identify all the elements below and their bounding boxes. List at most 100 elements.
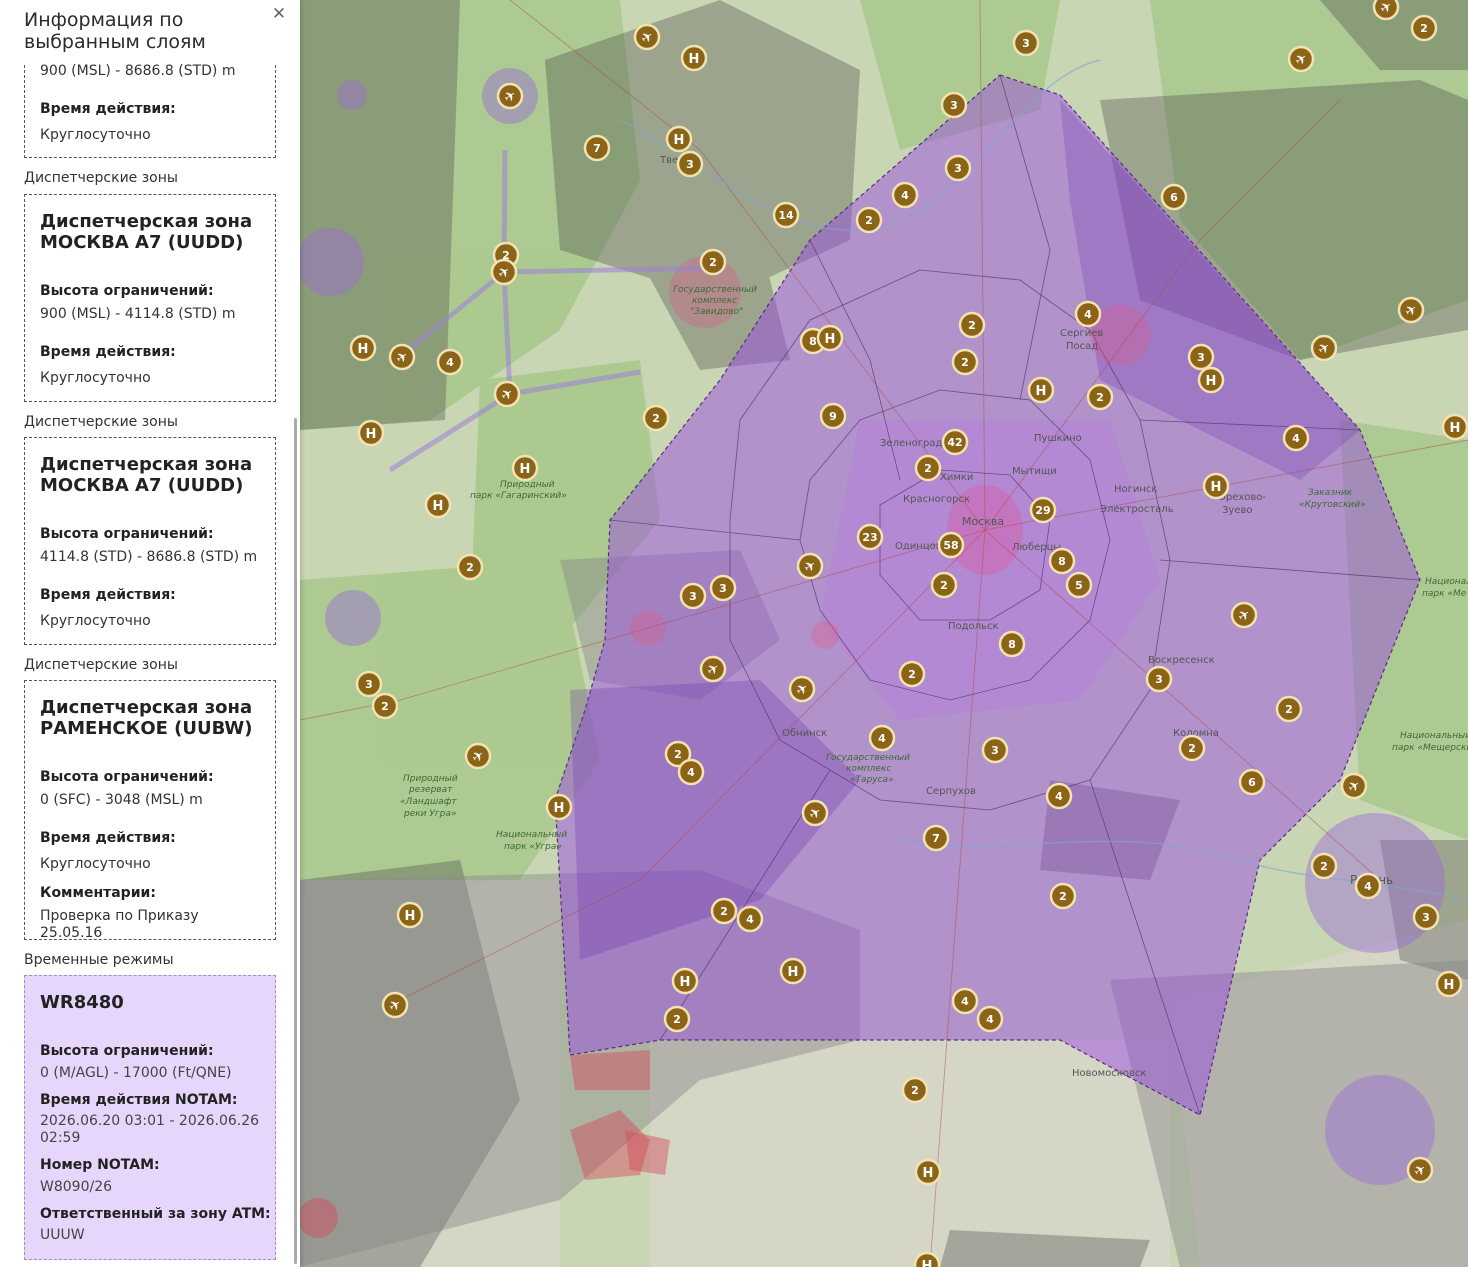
cluster-marker[interactable]: 58 xyxy=(937,531,965,559)
cluster-marker[interactable]: 4 xyxy=(976,1005,1004,1033)
airport-icon[interactable]: ✈ xyxy=(490,258,518,286)
cluster-marker[interactable]: 2 xyxy=(901,1076,929,1104)
heliport-icon[interactable]: H xyxy=(1441,413,1468,441)
cluster-marker[interactable]: 4 xyxy=(736,905,764,933)
cluster-marker[interactable]: 3 xyxy=(676,150,704,178)
heliport-icon[interactable]: H xyxy=(665,125,693,153)
airport-icon[interactable]: ✈ xyxy=(699,655,727,683)
heliport-icon[interactable]: H xyxy=(545,793,573,821)
heliport-icon[interactable]: H xyxy=(680,44,708,72)
cluster-marker[interactable]: 3 xyxy=(981,736,1009,764)
heliport-icon[interactable]: H xyxy=(511,454,539,482)
cluster-marker[interactable]: 8 xyxy=(998,630,1026,658)
cluster-marker[interactable]: 4 xyxy=(1282,424,1310,452)
cluster-marker[interactable]: 4 xyxy=(677,758,705,786)
cluster-marker[interactable]: 2 xyxy=(898,660,926,688)
close-icon[interactable]: ✕ xyxy=(270,4,288,24)
airport-icon[interactable]: ✈ xyxy=(388,343,416,371)
cluster-marker[interactable]: 2 xyxy=(710,897,738,925)
cluster-marker[interactable]: 2 xyxy=(1086,383,1114,411)
zone-card[interactable]: Диспетчерская зона МОСКВА А7 (UUDD) Высо… xyxy=(24,437,276,645)
cluster-marker[interactable]: 6 xyxy=(1160,183,1188,211)
cluster-marker[interactable]: 9 xyxy=(819,402,847,430)
cluster-marker[interactable]: 3 xyxy=(944,154,972,182)
cluster-marker[interactable]: 2 xyxy=(642,404,670,432)
airport-icon[interactable]: ✈ xyxy=(464,742,492,770)
heliport-icon[interactable]: H xyxy=(1027,376,1055,404)
panel-scrollbar[interactable] xyxy=(294,418,297,1264)
heliport-icon[interactable]: H xyxy=(779,957,807,985)
cluster-marker[interactable]: 2 xyxy=(699,248,727,276)
cluster-marker[interactable]: 2 xyxy=(1178,734,1206,762)
heliport-icon[interactable]: H xyxy=(914,1158,942,1186)
map-canvas[interactable]: Тве Зеленоград Химки Мытищи Пушкино Крас… xyxy=(300,0,1468,1267)
cluster-marker[interactable]: 4 xyxy=(1045,782,1073,810)
airport-icon[interactable]: ✈ xyxy=(1397,296,1425,324)
cluster-marker[interactable]: 2 xyxy=(1410,14,1438,42)
cluster-marker[interactable]: 4 xyxy=(1074,300,1102,328)
cluster-marker[interactable]: 4 xyxy=(436,348,464,376)
airport-icon[interactable]: ✈ xyxy=(381,991,409,1019)
cluster-marker[interactable]: 3 xyxy=(679,582,707,610)
heliport-icon[interactable]: H xyxy=(671,967,699,995)
cluster-marker[interactable]: 5 xyxy=(1065,571,1093,599)
cluster-marker[interactable]: 2 xyxy=(930,571,958,599)
airport-icon[interactable]: ✈ xyxy=(801,799,829,827)
cluster-marker[interactable]: 2 xyxy=(1049,882,1077,910)
zone-card[interactable]: Диспетчерская зона РАМЕНСКОЕ (UUBW) Высо… xyxy=(24,680,276,941)
map-svg[interactable]: Тве Зеленоград Химки Мытищи Пушкино Крас… xyxy=(300,0,1468,1267)
cluster-count: 3 xyxy=(365,678,373,691)
heliport-icon[interactable]: H xyxy=(1197,366,1225,394)
airport-icon[interactable]: ✈ xyxy=(1287,45,1315,73)
heliport-icon[interactable]: H xyxy=(1202,472,1230,500)
cluster-marker[interactable]: 2 xyxy=(456,553,484,581)
cluster-marker[interactable]: 2 xyxy=(951,348,979,376)
airport-icon[interactable]: ✈ xyxy=(1372,0,1400,21)
cluster-marker[interactable]: 2 xyxy=(914,454,942,482)
heliport-icon[interactable]: H xyxy=(1435,970,1463,998)
cluster-marker[interactable]: 2 xyxy=(855,206,883,234)
airport-icon[interactable]: ✈ xyxy=(796,552,824,580)
cluster-marker[interactable]: 4 xyxy=(891,181,919,209)
heliport-icon[interactable]: H xyxy=(816,324,844,352)
cluster-marker[interactable]: 7 xyxy=(922,824,950,852)
cluster-marker[interactable]: 4 xyxy=(951,987,979,1015)
airport-icon[interactable]: ✈ xyxy=(1406,1156,1434,1184)
airport-icon[interactable]: ✈ xyxy=(493,380,521,408)
cluster-marker[interactable]: 42 xyxy=(941,428,969,456)
label-zavidovo-1: Государственный xyxy=(673,285,757,295)
cluster-marker[interactable]: 3 xyxy=(1187,343,1215,371)
airport-icon[interactable]: ✈ xyxy=(1310,334,1338,362)
cluster-marker[interactable]: 2 xyxy=(958,311,986,339)
cluster-marker[interactable]: 3 xyxy=(1145,665,1173,693)
cluster-marker[interactable]: 7 xyxy=(583,134,611,162)
cluster-marker[interactable]: 29 xyxy=(1029,496,1057,524)
cluster-marker[interactable]: 4 xyxy=(868,724,896,752)
cluster-marker[interactable]: 8 xyxy=(1048,547,1076,575)
cluster-marker[interactable]: 23 xyxy=(856,523,884,551)
cluster-marker[interactable]: 3 xyxy=(1012,29,1040,57)
temp-regime-card[interactable]: WR8480 Высота ограничений: 0 (M/AGL) - 1… xyxy=(24,975,276,1260)
cluster-marker[interactable]: 3 xyxy=(940,91,968,119)
heliport-icon[interactable]: H xyxy=(396,901,424,929)
heliport-icon[interactable]: H xyxy=(357,419,385,447)
cluster-marker[interactable]: 2 xyxy=(1310,852,1338,880)
cluster-marker[interactable]: 14 xyxy=(772,201,800,229)
heliport-icon[interactable]: H xyxy=(913,1251,941,1267)
cluster-marker[interactable]: 2 xyxy=(371,692,399,720)
cluster-marker[interactable]: 2 xyxy=(1275,695,1303,723)
airport-icon[interactable]: ✈ xyxy=(496,82,524,110)
cluster-marker[interactable]: 3 xyxy=(1412,903,1440,931)
airport-icon[interactable]: ✈ xyxy=(1340,772,1368,800)
airport-icon[interactable]: ✈ xyxy=(633,23,661,51)
cluster-marker[interactable]: 6 xyxy=(1238,768,1266,796)
airport-icon[interactable]: ✈ xyxy=(1230,601,1258,629)
airport-icon[interactable]: ✈ xyxy=(788,675,816,703)
cluster-marker[interactable]: 2 xyxy=(663,1005,691,1033)
heliport-icon[interactable]: H xyxy=(424,491,452,519)
cluster-marker[interactable]: 3 xyxy=(709,574,737,602)
cluster-marker[interactable]: 3 xyxy=(355,670,383,698)
heliport-icon[interactable]: H xyxy=(349,334,377,362)
cluster-marker[interactable]: 4 xyxy=(1354,872,1382,900)
zone-card[interactable]: Диспетчерская зона МОСКВА А7 (UUDD) Высо… xyxy=(24,194,276,402)
